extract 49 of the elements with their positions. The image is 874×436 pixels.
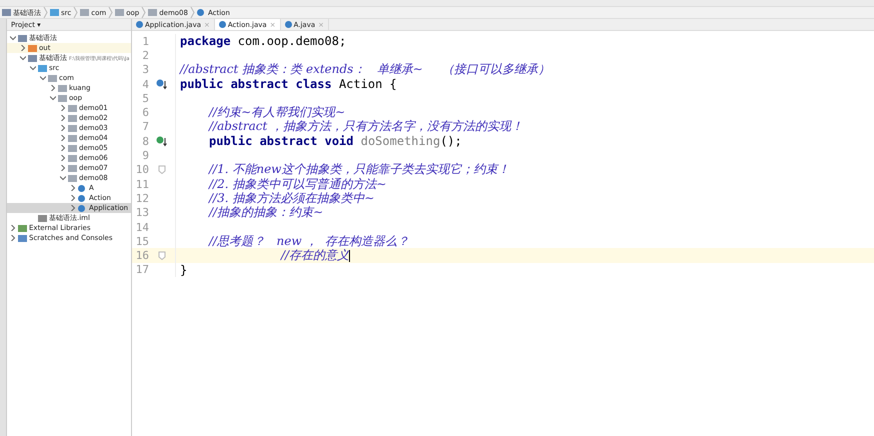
folder-icon <box>38 214 47 222</box>
code-line: package com.oop.demo08; <box>179 34 346 48</box>
chevron-icon <box>190 7 195 18</box>
class-icon <box>136 21 143 28</box>
line-number: 5 <box>141 92 149 105</box>
code-line: //存在的意义 <box>279 247 350 264</box>
line-number: 1 <box>141 34 149 48</box>
fold-marker-icon[interactable] <box>158 165 166 174</box>
class-icon <box>218 21 226 28</box>
line-number: 3 <box>141 63 149 76</box>
folder-icon <box>80 9 90 16</box>
code-line: public abstract void doSomething(); <box>208 134 462 148</box>
code-line: //1. 不能new这个抽象类，只能靠子类去实现它；约束！ <box>207 161 510 178</box>
line-number: 7 <box>141 120 149 134</box>
code-line: //抽象的抽象：约束~ <box>207 204 324 222</box>
line-number: 11 <box>134 178 149 191</box>
line-number: 4 <box>141 78 149 91</box>
line-number: 16 <box>134 249 149 262</box>
fold-marker-icon[interactable] <box>158 251 166 260</box>
class-icon <box>196 9 204 16</box>
chevron-icon <box>43 7 48 18</box>
folder-icon <box>50 9 59 16</box>
folder-icon <box>148 9 158 16</box>
chevron-icon <box>108 7 114 18</box>
override-marker-icon[interactable] <box>156 78 168 90</box>
code-line: public abstract class Action { <box>179 77 397 92</box>
chevron-icon <box>73 7 78 18</box>
line-number: 13 <box>134 206 149 220</box>
override-marker-icon[interactable] <box>156 136 168 147</box>
line-number: 15 <box>134 234 149 248</box>
code-line: //思考题？ new ， 存在构造器么？ <box>207 232 410 249</box>
code-line: //约束~有人帮我们实现~ <box>207 104 346 120</box>
line-number: 2 <box>141 48 149 62</box>
folder-icon <box>2 9 11 16</box>
class-icon <box>284 21 292 28</box>
line-number: 9 <box>141 149 149 162</box>
chevron-icon <box>141 7 146 18</box>
line-number: 12 <box>134 192 149 205</box>
code-line: //3. 抽象方法必须在抽象类中~ <box>207 190 374 206</box>
code-line: //abstract ，抽象方法，只有方法名字，没有方法的实现！ <box>207 118 524 135</box>
line-number: 8 <box>141 134 149 148</box>
code-line: } <box>179 262 188 277</box>
code-line: //2. 抽象类中可以写普通的方法~ <box>207 176 386 192</box>
line-number: 6 <box>141 106 149 120</box>
line-number: 14 <box>134 220 149 234</box>
line-number: 10 <box>134 163 149 176</box>
folder-icon <box>115 9 124 16</box>
line-number: 17 <box>134 263 149 276</box>
code-line: //abstract 抽象类：类 extends： 单继承~ （接口可以多继承） <box>178 61 550 78</box>
